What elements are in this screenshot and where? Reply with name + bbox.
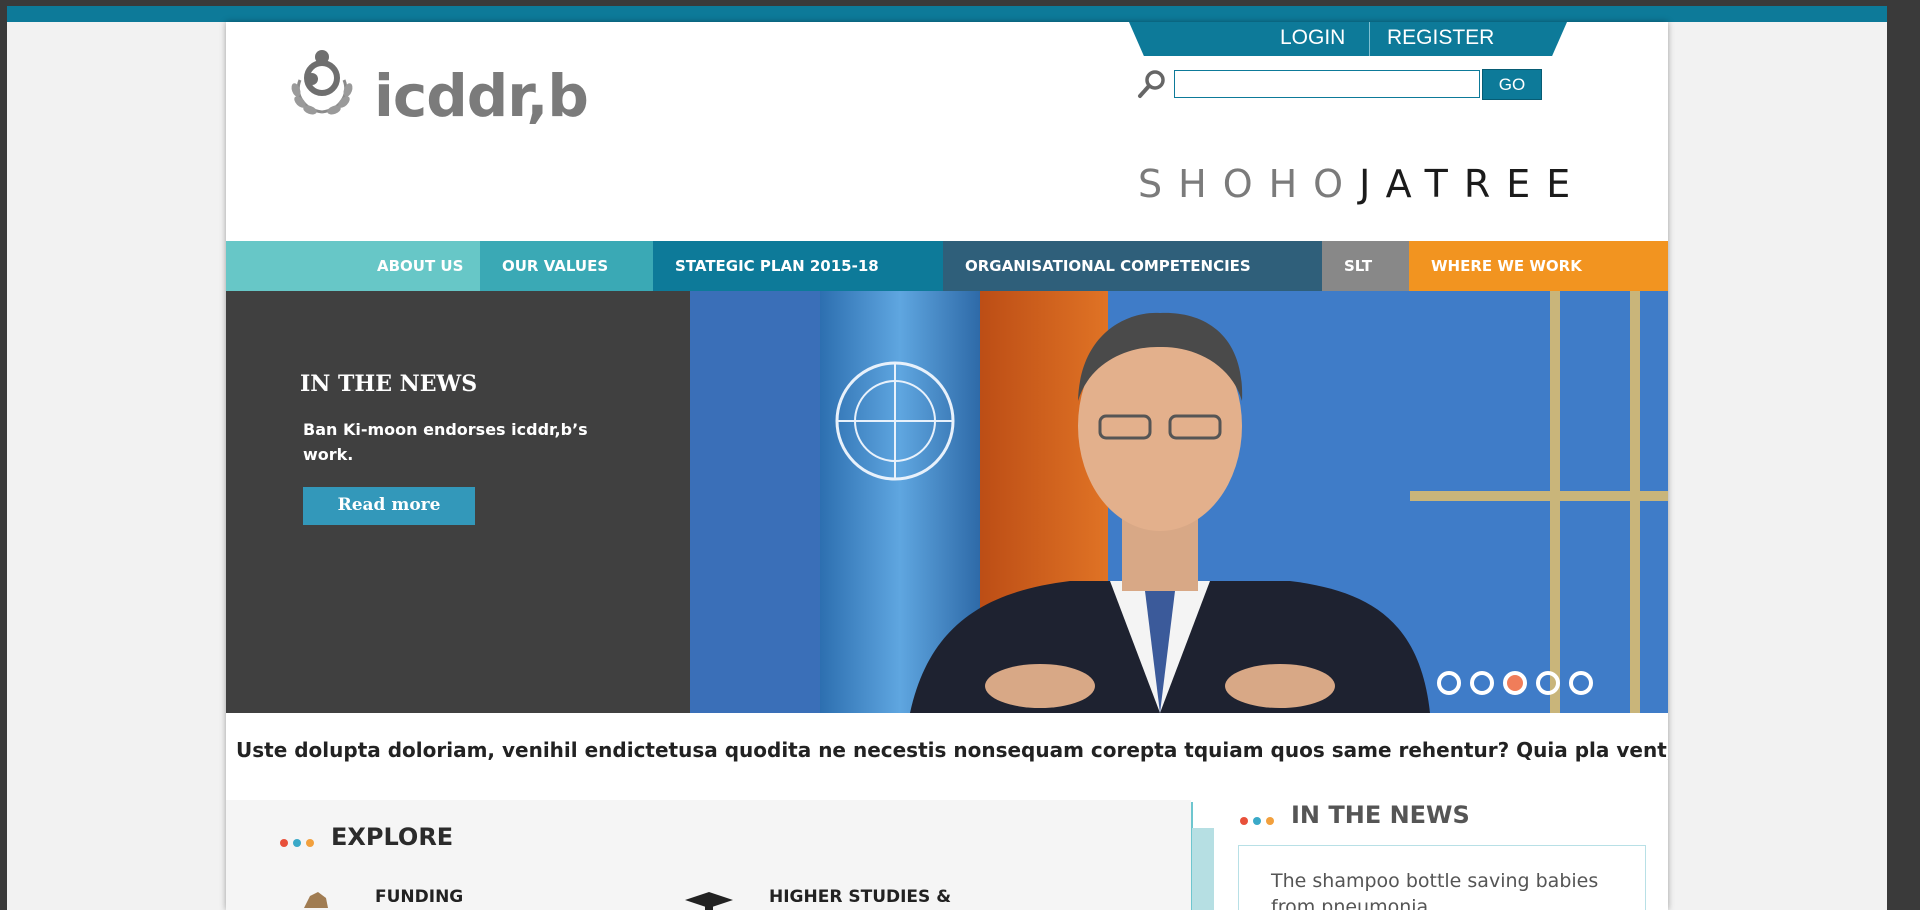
- graduation-cap-icon: [683, 890, 735, 910]
- hero-slider: IN THE NEWS Ban Ki-moon endorses icddr,b…: [226, 291, 1668, 713]
- explore-item-higher-studies[interactable]: HIGHER STUDIES &: [769, 887, 951, 907]
- search-icon[interactable]: [1136, 68, 1168, 104]
- explore-scroll-accent: [1192, 828, 1214, 910]
- hero-image: [690, 291, 1668, 713]
- brand-name[interactable]: icddr,b: [374, 62, 589, 130]
- auth-tab: [1129, 22, 1567, 56]
- tagline: SHOHOJATREE: [1138, 162, 1586, 206]
- funding-icon: [300, 888, 332, 910]
- logo-emblem-icon: [291, 50, 353, 115]
- login-link[interactable]: LOGIN: [1280, 26, 1345, 50]
- nav-our-values[interactable]: OUR VALUES: [480, 241, 653, 291]
- nav-about-us[interactable]: ABOUT US: [226, 241, 480, 291]
- hero-caption-panel: IN THE NEWS Ban Ki-moon endorses icddr,b…: [226, 291, 690, 713]
- page-container: LOGIN REGISTER icddr,b GO SHOHOJATREE AB…: [226, 22, 1668, 910]
- nav-slt[interactable]: SLT: [1322, 241, 1409, 291]
- news-sidebar-title: IN THE NEWS: [1291, 801, 1470, 829]
- nav-organisational-competencies[interactable]: ORGANISATIONAL COMPETENCIES: [943, 241, 1322, 291]
- slider-dot-5[interactable]: [1569, 671, 1593, 695]
- nav-where-we-work[interactable]: WHERE WE WORK: [1409, 241, 1668, 291]
- slider-dot-1[interactable]: [1437, 671, 1461, 695]
- tagline-part-1: SHOHO: [1138, 162, 1360, 206]
- search-go-button[interactable]: GO: [1482, 69, 1542, 100]
- top-accent-bar: [7, 0, 1887, 22]
- nav-strategic-plan[interactable]: STATEGIC PLAN 2015-18: [653, 241, 943, 291]
- read-more-button[interactable]: Read more: [303, 487, 475, 525]
- slider-dot-3-active[interactable]: [1503, 671, 1527, 695]
- explore-bullets-icon: [280, 832, 319, 851]
- news-ticker: Uste dolupta doloriam, venihil endictetu…: [236, 738, 1668, 762]
- main-nav: ABOUT US OUR VALUES STATEGIC PLAN 2015-1…: [226, 241, 1668, 291]
- hero-text: Ban Ki-moon endorses icddr,b’s work.: [303, 420, 588, 464]
- news-card[interactable]: The shampoo bottle saving babies from pn…: [1238, 845, 1646, 910]
- news-bullets-icon: [1240, 810, 1279, 829]
- tagline-part-2: JATREE: [1359, 162, 1587, 206]
- brand-logo[interactable]: [284, 50, 364, 128]
- window-frame-left: [0, 0, 7, 910]
- register-link[interactable]: REGISTER: [1387, 26, 1494, 50]
- explore-item-funding[interactable]: FUNDING: [375, 887, 463, 907]
- auth-divider: [1369, 22, 1370, 56]
- news-card-text[interactable]: The shampoo bottle saving babies from pn…: [1271, 868, 1631, 910]
- explore-title: EXPLORE: [331, 823, 454, 851]
- hero-title: IN THE NEWS: [300, 371, 478, 397]
- slider-dot-4[interactable]: [1536, 671, 1560, 695]
- search-input[interactable]: [1174, 70, 1480, 98]
- slider-dot-2[interactable]: [1470, 671, 1494, 695]
- window-frame-right: [1887, 0, 1920, 910]
